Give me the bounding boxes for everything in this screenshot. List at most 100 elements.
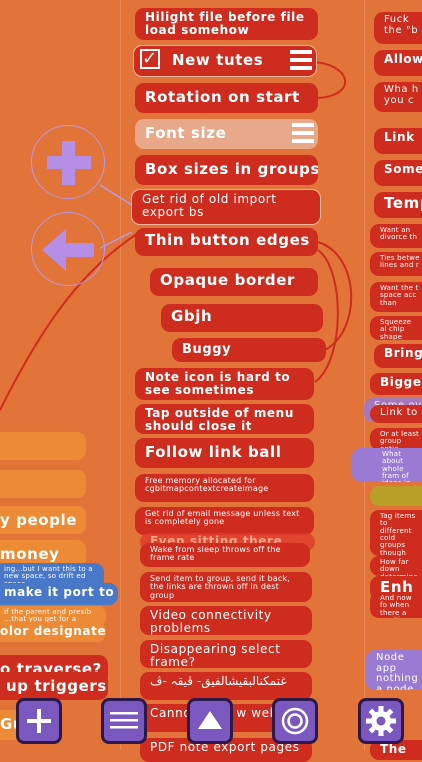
note-right-link[interactable]: Link [374, 128, 422, 154]
note-text: Wake from sleep throws off the frame rat… [150, 545, 281, 563]
note-hilight-file[interactable]: Hilight file before file load somehow [135, 8, 318, 40]
note-icon-hard[interactable]: Note icon is hard to see sometimes [135, 368, 314, 400]
note-gbjh[interactable]: Gbjh [161, 304, 323, 332]
note-left-blank-2[interactable] [0, 470, 86, 498]
note-right-yellow[interactable] [370, 486, 422, 506]
note-right-some[interactable]: Some [374, 160, 422, 186]
note-rotation-on-start[interactable]: Rotation on start [135, 83, 318, 113]
note-text: Disappearing select frame? [150, 642, 281, 668]
note-text: Link [384, 130, 415, 144]
note-email-message[interactable]: Get rid of email message unless text is … [135, 507, 314, 535]
checkbox-icon[interactable]: ✓ [140, 49, 160, 69]
note-right-fuck[interactable]: Fuck the "b [374, 12, 422, 44]
note-text: Get rid of old import export bs [142, 192, 277, 219]
note-right-tag[interactable]: Tag items to different cold groups thoug… [370, 510, 422, 556]
note-text: Fuck the "b [384, 14, 419, 36]
note-right-wha[interactable]: Wha h you c [374, 82, 422, 112]
note-right-want-the[interactable]: Want the t space acc than [370, 282, 422, 312]
note-right-want-an[interactable]: Want an divorce th [370, 224, 422, 248]
note-box-sizes[interactable]: Box sizes in groups [135, 155, 318, 185]
note-send-item[interactable]: Send item to group, send it back, the li… [140, 572, 312, 602]
note-import-export[interactable]: Get rid of old import export bs [131, 189, 321, 225]
list-button[interactable] [101, 698, 147, 744]
note-arabic[interactable]: غتمكنالبقيشالفيق- ڤيقہ -ڤ [140, 672, 312, 700]
note-right-at-least[interactable]: Or at least group optio [370, 428, 422, 450]
note-text: Thin button edges [145, 231, 310, 249]
note-text: Wha h you c [384, 84, 419, 106]
note-text: Temp [384, 194, 422, 212]
note-text: Free memory allocated for cgbitmapcontex… [145, 476, 269, 494]
note-text: y people [0, 511, 78, 529]
note-text: Bring t [384, 346, 422, 360]
add-node-circle-button[interactable] [31, 125, 105, 199]
menu-icon[interactable] [290, 50, 312, 70]
note-right-bring[interactable]: Bring t [374, 344, 422, 368]
note-text: How far down determine s [380, 558, 418, 576]
note-text: Want an divorce th [380, 226, 418, 242]
list-icon [110, 712, 138, 729]
back-circle-button[interactable] [31, 212, 105, 286]
note-thin-button-edges[interactable]: Thin button edges [135, 228, 318, 256]
gear-icon [366, 706, 396, 736]
note-text: Box sizes in groups [145, 160, 318, 178]
note-right-ties[interactable]: Ties betwe lines and r [370, 252, 422, 276]
note-text: Allow [384, 52, 422, 66]
note-left-triggers[interactable]: up triggers [0, 672, 108, 700]
note-right-squeeze[interactable]: Squeeze al chip shape [370, 316, 422, 340]
note-text: Squeeze al chip shape [380, 318, 412, 340]
note-left-blank-1[interactable] [0, 432, 86, 460]
note-new-tutes[interactable]: ✓ New tutes [133, 45, 317, 77]
up-button[interactable] [187, 698, 233, 744]
note-text: Rotation on start [145, 88, 300, 106]
note-text: Font size [145, 124, 227, 142]
note-opaque-border[interactable]: Opaque border [150, 268, 318, 296]
note-right-node[interactable]: Node app nothing a node [366, 650, 422, 690]
note-text: Note icon is hard to see sometimes [145, 370, 291, 397]
settings-button[interactable] [358, 698, 404, 744]
note-text: Bigger [380, 375, 422, 389]
note-right-and-now[interactable]: And now fo when there a positive and [370, 592, 422, 618]
note-right-link-to[interactable]: Link to [370, 405, 422, 423]
arrow-left-icon [42, 229, 94, 271]
note-text: olor designate [0, 624, 106, 638]
note-video-connectivity[interactable]: Video connectivity problems [140, 606, 312, 635]
note-left-port[interactable]: make it port to [0, 583, 118, 605]
target-icon [281, 707, 309, 735]
note-right-what-about[interactable]: What about whole fram of ideas in [352, 448, 422, 482]
note-right-how-far[interactable]: How far down determine s [370, 556, 422, 576]
note-text: Follow link ball [145, 443, 282, 461]
note-text: Gbjh [171, 307, 213, 325]
note-text: What about whole fram of ideas in [382, 450, 411, 482]
target-button[interactable] [272, 698, 318, 744]
note-text: Hilight file before file load somehow [145, 10, 305, 37]
triangle-up-icon [198, 711, 222, 729]
note-text: up triggers [6, 677, 107, 695]
note-text: Tap outside of menu should close it [145, 406, 294, 433]
note-font-size[interactable]: Font size [135, 119, 318, 149]
note-text: New tutes [172, 51, 264, 69]
note-text: make it port to [4, 585, 115, 599]
note-disappearing-select[interactable]: Disappearing select frame? [140, 640, 312, 668]
note-left-people[interactable]: y people [0, 506, 86, 534]
note-free-memory[interactable]: Free memory allocated for cgbitmapcontex… [135, 474, 314, 502]
note-right-allow[interactable]: Allow [374, 50, 422, 76]
note-follow-link-ball[interactable]: Follow link ball [135, 438, 314, 468]
note-right-temp[interactable]: Temp [374, 192, 422, 218]
note-text: Ties betwe lines and r [380, 254, 420, 270]
note-buggy[interactable]: Buggy [172, 338, 326, 362]
note-text: Link to [380, 407, 418, 418]
plus-icon [47, 141, 91, 185]
note-text: Node app nothing a node [376, 652, 419, 690]
note-text: Get rid of email message unless text is … [145, 509, 300, 527]
plus-icon [27, 709, 51, 733]
note-right-bigger[interactable]: Bigger [370, 373, 422, 395]
note-text: Opaque border [160, 271, 295, 289]
note-text: And now fo when there a positive and [380, 594, 412, 618]
note-text: Buggy [182, 342, 232, 357]
note-wake-sleep[interactable]: Wake from sleep throws off the frame rat… [140, 543, 310, 567]
note-left-color[interactable]: olor designate [0, 622, 106, 642]
note-tap-outside[interactable]: Tap outside of menu should close it [135, 404, 314, 434]
menu-icon[interactable] [292, 123, 314, 143]
note-text: Tag items to different cold groups thoug… [380, 512, 416, 556]
add-button[interactable] [16, 698, 62, 744]
